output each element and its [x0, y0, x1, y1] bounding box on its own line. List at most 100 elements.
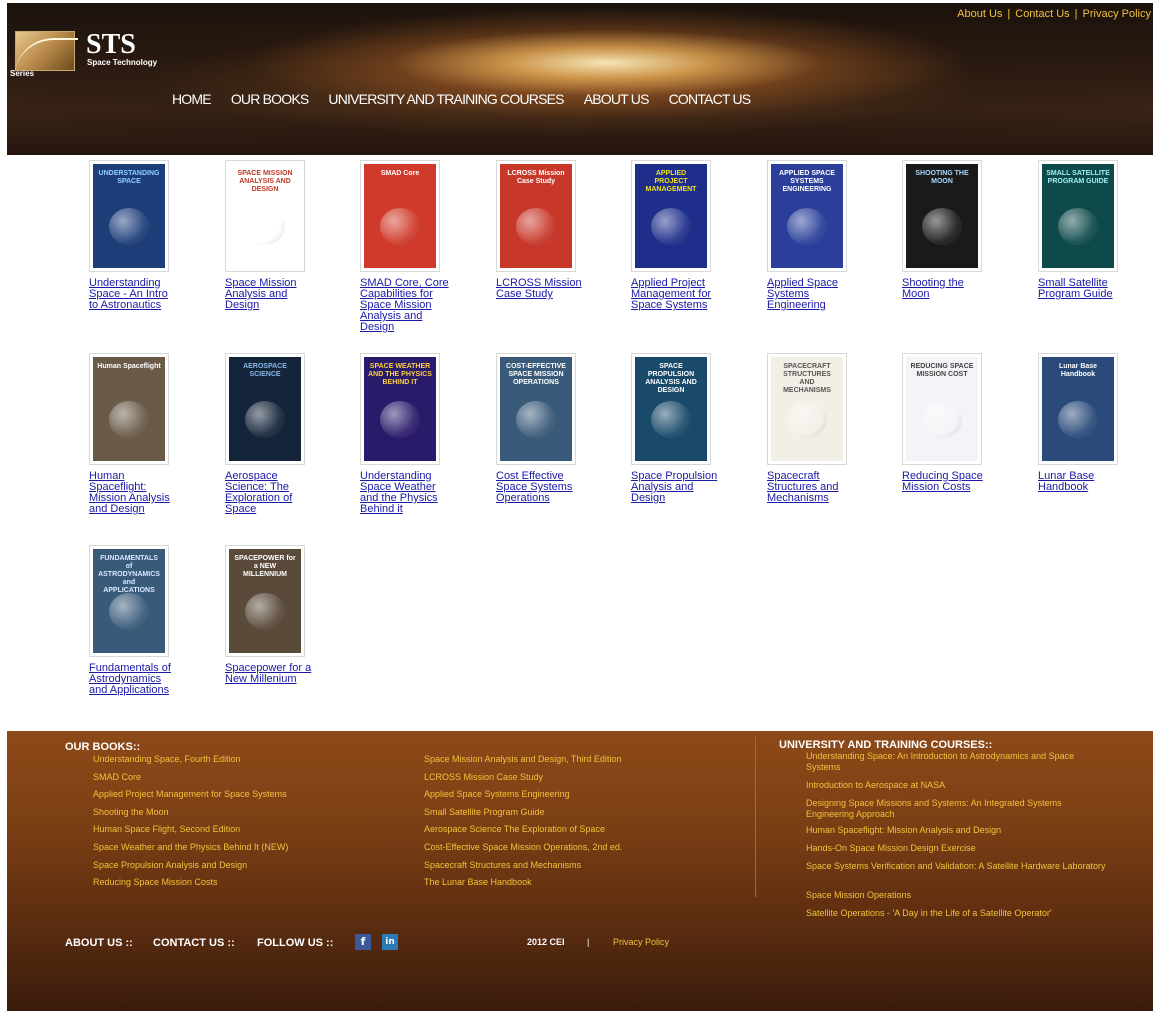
- cover-art: [786, 207, 828, 246]
- footer-course-link[interactable]: Hands-On Space Mission Design Exercise: [806, 843, 1106, 854]
- book-title-link[interactable]: Human Spaceflight: Mission Analysis and …: [89, 471, 179, 515]
- book-cover-title: REDUCING SPACE MISSION COST: [910, 363, 974, 378]
- book-cover-image[interactable]: SPACECRAFT STRUCTURES AND MECHANISMS: [767, 353, 847, 465]
- book-cover-title: Lunar Base Handbook: [1058, 363, 1098, 378]
- footer-link[interactable]: Applied Space Systems Engineering: [424, 789, 570, 800]
- logo-title[interactable]: STS: [86, 29, 136, 61]
- footer-privacy-link[interactable]: Privacy Policy: [613, 937, 669, 947]
- book-cover-image[interactable]: AEROSPACE SCIENCE: [225, 353, 305, 465]
- cover-art: [1057, 400, 1099, 439]
- book-title-link[interactable]: Space Propulsion Analysis and Design: [631, 471, 721, 504]
- book-title-link[interactable]: Spacepower for a New Millenium: [225, 663, 315, 685]
- book-item: SPACECRAFT STRUCTURES AND MECHANISMS Spac…: [767, 353, 867, 504]
- footer-link[interactable]: LCROSS Mission Case Study: [424, 772, 543, 783]
- footer-link[interactable]: Cost-Effective Space Mission Operations,…: [424, 842, 622, 853]
- footer-link[interactable]: Aerospace Science The Exploration of Spa…: [424, 824, 605, 835]
- top-link-contact-us[interactable]: Contact Us: [1015, 8, 1069, 20]
- top-link-privacy-policy[interactable]: Privacy Policy: [1083, 8, 1151, 20]
- footer-copyright: 2012 CEI: [527, 937, 565, 947]
- book-title-link[interactable]: Shooting the Moon: [902, 278, 992, 300]
- top-link-about-us[interactable]: About Us: [957, 8, 1002, 20]
- book-item: Human Spaceflight Human Spaceflight: Miss…: [89, 353, 189, 515]
- footer-course-link[interactable]: Space Mission Operations: [806, 890, 1106, 901]
- footer-link[interactable]: Space Mission Analysis and Design, Third…: [424, 754, 621, 765]
- book-item: SPACE MISSION ANALYSIS AND DESIGN Space M…: [225, 160, 325, 311]
- footer-contact-link[interactable]: CONTACT US ::: [153, 937, 235, 949]
- book-title-link[interactable]: Lunar Base Handbook: [1038, 471, 1128, 493]
- footer-course-link[interactable]: Introduction to Aerospace at NASA: [806, 780, 1106, 791]
- book-cover-image[interactable]: COST-EFFECTIVE SPACE MISSION OPERATIONS: [496, 353, 576, 465]
- book-title-link[interactable]: Understanding Space - An Intro to Astron…: [89, 278, 179, 311]
- nav-university-courses[interactable]: UNIVERSITY AND TRAINING COURSES: [328, 91, 564, 107]
- book-cover-title: UNDERSTANDING SPACE: [98, 170, 160, 185]
- footer-link[interactable]: Human Space Flight, Second Edition: [93, 824, 240, 835]
- book-item: SPACE PROPULSION ANALYSIS AND DESIGN Spac…: [631, 353, 731, 504]
- book-title-link[interactable]: Small Satellite Program Guide: [1038, 278, 1128, 300]
- book-cover-image[interactable]: SPACE MISSION ANALYSIS AND DESIGN: [225, 160, 305, 272]
- footer-link[interactable]: Spacecraft Structures and Mechanisms: [424, 860, 581, 871]
- cover-art: [1057, 207, 1099, 246]
- book-title-link[interactable]: SMAD Core, Core Capabilities for Space M…: [360, 278, 450, 333]
- nav-contact-us[interactable]: CONTACT US: [669, 91, 752, 107]
- footer-course-link[interactable]: Human Spaceflight: Mission Analysis and …: [806, 825, 1106, 836]
- cover-art: [786, 400, 828, 439]
- footer-link[interactable]: Space Propulsion Analysis and Design: [93, 860, 247, 871]
- footer-courses-heading: UNIVERSITY AND TRAINING COURSES::: [779, 739, 993, 751]
- book-cover-image[interactable]: SPACE WEATHER AND THE PHYSICS BEHIND IT: [360, 353, 440, 465]
- book-cover-image[interactable]: SMALL SATELLITE PROGRAM GUIDE: [1038, 160, 1118, 272]
- book-cover-image[interactable]: APPLIED SPACE SYSTEMS ENGINEERING: [767, 160, 847, 272]
- footer-link[interactable]: Reducing Space Mission Costs: [93, 877, 218, 888]
- footer-link[interactable]: Applied Project Management for Space Sys…: [93, 789, 287, 800]
- book-cover-title: SPACEPOWER for a NEW MILLENNIUM: [234, 555, 296, 578]
- book-cover-image[interactable]: SPACEPOWER for a NEW MILLENNIUM: [225, 545, 305, 657]
- book-title-link[interactable]: Reducing Space Mission Costs: [902, 471, 992, 493]
- footer-course-link[interactable]: Space Systems Verification and Validatio…: [806, 861, 1106, 872]
- footer-course-link[interactable]: Designing Space Missions and Systems: An…: [806, 798, 1106, 820]
- cover-art: [921, 400, 963, 439]
- book-title-link[interactable]: Aerospace Science: The Exploration of Sp…: [225, 471, 315, 515]
- footer-link[interactable]: Understanding Space, Fourth Edition: [93, 754, 241, 765]
- separator: |: [1074, 8, 1078, 20]
- cover-art: [921, 207, 963, 246]
- book-cover-image[interactable]: FUNDAMENTALS of ASTRODYNAMICS and APPLIC…: [89, 545, 169, 657]
- footer-link[interactable]: Shooting the Moon: [93, 807, 169, 818]
- footer-link[interactable]: Small Satellite Program Guide: [424, 807, 545, 818]
- nav-home[interactable]: HOME: [172, 91, 212, 107]
- separator: |: [1007, 8, 1011, 20]
- book-cover-image[interactable]: LCROSS Mission Case Study: [496, 160, 576, 272]
- book-title-link[interactable]: Applied Project Management for Space Sys…: [631, 278, 721, 311]
- book-cover-image[interactable]: SHOOTING THE MOON: [902, 160, 982, 272]
- logo-icon[interactable]: [14, 31, 78, 71]
- footer-course-link[interactable]: Satellite Operations - 'A Day in the Lif…: [806, 908, 1106, 919]
- book-title-link[interactable]: Space Mission Analysis and Design: [225, 278, 315, 311]
- facebook-icon[interactable]: f: [355, 934, 371, 950]
- footer-about-link[interactable]: ABOUT US ::: [65, 937, 133, 949]
- book-item: SMAD Core SMAD Core, Core Capabilities fo…: [360, 160, 460, 333]
- book-cover-title: FUNDAMENTALS of ASTRODYNAMICS and APPLIC…: [98, 555, 160, 594]
- site-footer: OUR BOOKS:: Understanding Space, Fourth …: [7, 731, 1153, 1011]
- book-cover-image[interactable]: Lunar Base Handbook: [1038, 353, 1118, 465]
- linkedin-icon[interactable]: in: [382, 934, 398, 950]
- book-title-link[interactable]: Spacecraft Structures and Mechanisms: [767, 471, 857, 504]
- book-title-link[interactable]: Cost Effective Space Systems Operations: [496, 471, 586, 504]
- book-cover-image[interactable]: SMAD Core: [360, 160, 440, 272]
- nav-about-us[interactable]: ABOUT US: [584, 91, 650, 107]
- footer-course-link[interactable]: Understanding Space: An Introduction to …: [806, 751, 1106, 773]
- book-cover-image[interactable]: APPLIED PROJECT MANAGEMENT: [631, 160, 711, 272]
- footer-link[interactable]: The Lunar Base Handbook: [424, 877, 532, 888]
- book-title-link[interactable]: Understanding Space Weather and the Phys…: [360, 471, 450, 515]
- book-cover-image[interactable]: Human Spaceflight: [89, 353, 169, 465]
- footer-link[interactable]: Space Weather and the Physics Behind It …: [93, 842, 288, 853]
- book-cover-image[interactable]: UNDERSTANDING SPACE: [89, 160, 169, 272]
- book-item: Lunar Base Handbook Lunar Base Handbook: [1038, 353, 1138, 493]
- book-title-link[interactable]: Fundamentals of Astrodynamics and Applic…: [89, 663, 179, 696]
- book-title-link[interactable]: Applied Space Systems Engineering: [767, 278, 857, 311]
- footer-link[interactable]: SMAD Core: [93, 772, 141, 783]
- cover-art: [379, 400, 421, 439]
- book-item: LCROSS Mission Case Study LCROSS Mission …: [496, 160, 596, 300]
- book-title-link[interactable]: LCROSS Mission Case Study: [496, 278, 586, 300]
- nav-our-books[interactable]: OUR BOOKS: [231, 91, 309, 107]
- book-cover-image[interactable]: SPACE PROPULSION ANALYSIS AND DESIGN: [631, 353, 711, 465]
- book-cover-image[interactable]: REDUCING SPACE MISSION COST: [902, 353, 982, 465]
- book-item: COST-EFFECTIVE SPACE MISSION OPERATIONS C…: [496, 353, 596, 504]
